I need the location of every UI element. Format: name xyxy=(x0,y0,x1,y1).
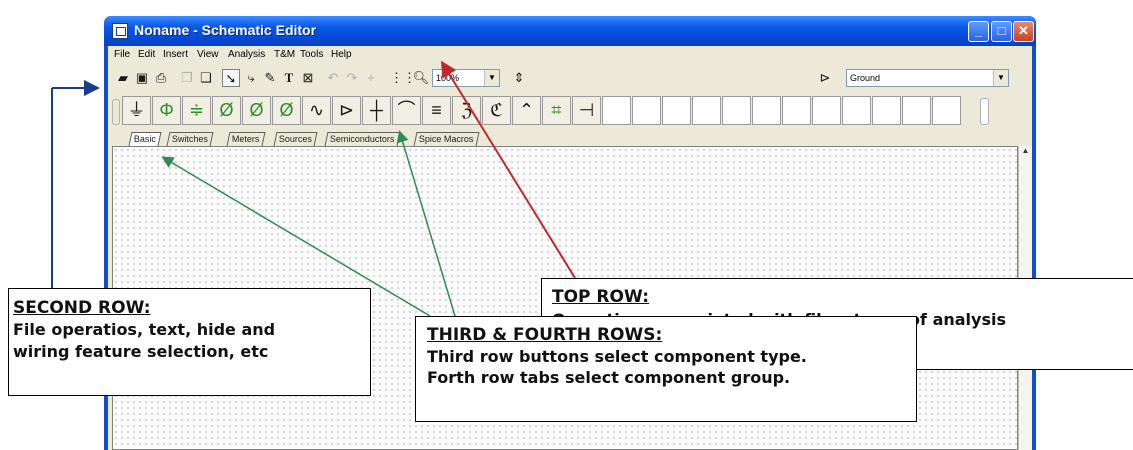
top-row-arrow xyxy=(440,60,576,279)
callout-third-row-line1: Third row buttons select component type. xyxy=(427,347,807,366)
callout-top-row-heading: TOP ROW: xyxy=(552,287,649,307)
callout-third-row-heading: THIRD & FOURTH ROWS: xyxy=(427,325,663,345)
third-row-arrow xyxy=(396,130,456,317)
callout-third-fourth-rows: THIRD & FOURTH ROWS: Third row buttons s… xyxy=(415,316,917,422)
callout-second-row-line1: File operatios, text, hide and xyxy=(13,320,276,339)
callout-second-row-line2: wiring feature selection, etc xyxy=(13,342,269,361)
callout-second-row: SECOND ROW: File operatios, text, hide a… xyxy=(8,288,371,396)
callout-third-row-line2: Forth row tabs select component group. xyxy=(427,368,791,387)
callout-second-row-heading: SECOND ROW: xyxy=(13,298,151,318)
